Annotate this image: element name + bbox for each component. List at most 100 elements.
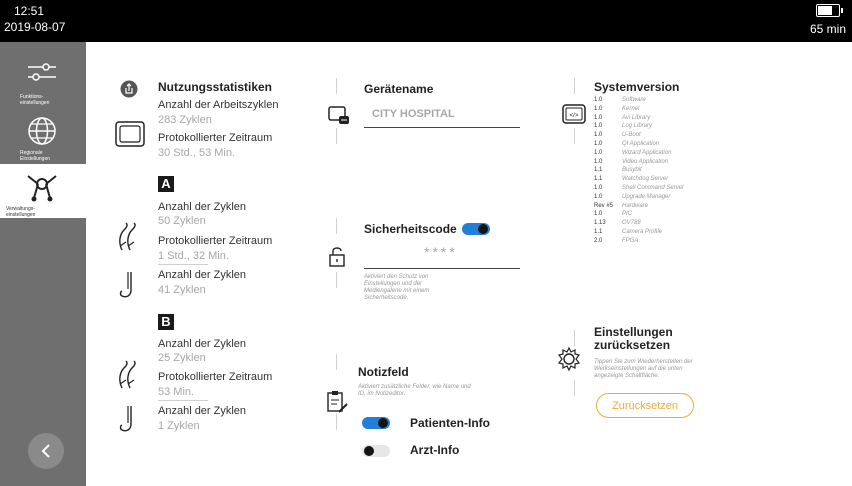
divider — [336, 128, 337, 144]
total-time-label: Protokollierter Zeitraum — [158, 132, 273, 144]
component-name: FPGA — [622, 237, 639, 244]
port-a-cycles2-value: 41 Zyklen — [158, 284, 206, 296]
device-name-underline — [364, 127, 520, 128]
system-version-row: 1.0 Video Application — [594, 159, 754, 168]
toggle-knob — [378, 418, 388, 428]
device-name-title: Gerätename — [364, 82, 434, 96]
port-a-cycles-label: Anzahl der Zyklen — [158, 201, 247, 213]
version-number: 1.0 — [594, 158, 603, 165]
toggle-knob — [364, 446, 374, 456]
device-icon — [328, 106, 349, 124]
separator — [158, 400, 208, 401]
system-version-row: 1.0 Shell Command Server — [594, 185, 754, 194]
version-number: Rev #5 — [594, 202, 614, 209]
reset-button[interactable]: Zurücksetzen — [596, 393, 694, 418]
version-number: 1.0 — [594, 132, 603, 139]
notes-title: Notizfeld — [358, 365, 409, 379]
clipboard-icon — [327, 391, 348, 413]
component-name: Shell Command Server — [622, 185, 685, 191]
sidebar-item-admin-settings[interactable]: Verwaltungs- einstellungen — [0, 164, 86, 218]
system-version-row: 1.0 Software — [594, 97, 754, 106]
system-version-row: 1.0 Kernel — [594, 106, 754, 115]
usage-title: Nutzungsstatistiken — [158, 80, 273, 94]
sliders-icon — [28, 63, 56, 81]
divider — [574, 128, 575, 144]
security-toggle[interactable] — [462, 223, 490, 235]
version-number: 1.0 — [594, 105, 603, 112]
component-name: Avi Library — [622, 114, 651, 121]
port-a-badge: A — [158, 176, 174, 192]
system-version-row: 1.1 Busybit — [594, 167, 754, 176]
port-b-time-value: 53 Min. — [158, 386, 195, 398]
sidebar-item-regional-settings[interactable]: Regionale Einstellungen — [14, 108, 72, 162]
battery-icon — [816, 4, 843, 17]
component-name: Upgrade Manager — [622, 193, 671, 200]
system-version-row: 1.0 Avi Library — [594, 115, 754, 124]
divider — [574, 330, 575, 346]
system-version-row: 1.0 Wizard Application — [594, 150, 754, 159]
port-b-time-label: Protokollierter Zeitraum — [158, 371, 273, 383]
code-screen-icon: </> — [562, 104, 586, 124]
clock-date: 2019-08-07 — [4, 20, 66, 34]
component-name: Software — [622, 97, 646, 103]
component-name: OV788 — [622, 220, 641, 227]
port-b-cycles2-label: Anzahl der Zyklen — [158, 405, 247, 417]
port-a-time-value: 1 Std., 32 Min. — [158, 250, 229, 262]
sidebar-item-function-settings[interactable]: Funktions- einstellungen — [14, 52, 72, 106]
system-version-row: 1.0 Log Library — [594, 123, 754, 132]
system-version-row: 1.0 Upgrade Manager — [594, 194, 754, 203]
device-name-input[interactable]: CITY HOSPITAL — [372, 108, 455, 120]
component-name: Watchdog Server — [622, 176, 669, 183]
doctor-info-toggle[interactable] — [362, 445, 390, 457]
globe-icon — [28, 117, 56, 145]
version-number: 1.1 — [594, 176, 603, 183]
system-version-row: 1.1 Camera Profile — [594, 229, 754, 238]
sidebar-item-label: Verwaltungs- einstellungen — [6, 206, 36, 218]
doctor-info-label: Arzt-Info — [410, 443, 460, 457]
security-hint: Aktiviert den Schutz von Einstellungen u… — [364, 274, 430, 301]
divider — [336, 414, 337, 430]
patient-info-toggle[interactable] — [362, 417, 390, 429]
port-b-badge: B — [158, 314, 174, 330]
port-a-cycles2-label: Anzahl der Zyklen — [158, 269, 247, 281]
system-version-row: 2.0 FPGA — [594, 238, 754, 247]
security-code-underline — [364, 268, 520, 269]
component-name: Camera Profile — [622, 229, 663, 235]
component-name: Busybit — [622, 167, 642, 174]
sidebar: Funktions- einstellungen Regionale Einst… — [0, 42, 86, 486]
version-number: 1.0 — [594, 185, 603, 191]
battery-remaining: 65 min — [809, 22, 846, 36]
version-number: 1.0 — [594, 193, 603, 200]
version-number: 1.0 — [594, 149, 603, 156]
version-number: 1.1 — [594, 167, 603, 174]
chevron-left-icon — [41, 444, 50, 458]
divider — [336, 354, 337, 370]
notes-hint: Aktiviert zusätzliche Felder, wie Name u… — [358, 384, 471, 397]
component-name: Kernel — [622, 105, 640, 112]
component-name: Hardware — [622, 202, 649, 209]
tools-icon — [27, 175, 57, 202]
divider — [336, 272, 337, 288]
sidebar-item-label: Regionale Einstellungen — [20, 150, 51, 162]
component-name: Video Application — [622, 158, 669, 165]
version-number: 2.0 — [594, 237, 603, 244]
component-name: QI Application — [622, 141, 660, 147]
version-number: 1.13 — [594, 220, 606, 227]
endoscope-icon — [119, 222, 136, 251]
version-number: 1.0 — [594, 123, 603, 130]
version-number: 1.0 — [594, 114, 603, 121]
divider — [336, 218, 337, 234]
clock-time: 12:51 — [14, 4, 45, 18]
monitor-icon — [115, 121, 145, 147]
version-number: 1.0 — [594, 211, 603, 218]
security-code-input[interactable]: **** — [424, 244, 458, 260]
port-b-cycles-label: Anzahl der Zyklen — [158, 338, 247, 350]
back-button[interactable] — [28, 433, 64, 469]
version-number: 1.0 — [594, 97, 603, 103]
scope-hook-icon — [119, 406, 132, 432]
patient-info-label: Patienten-Info — [410, 416, 490, 430]
system-version-row: 1.0 PIC — [594, 211, 754, 220]
divider — [574, 78, 575, 94]
system-version-row: 1.0 U-Boot — [594, 132, 754, 141]
component-name: Wizard Application — [622, 149, 672, 156]
